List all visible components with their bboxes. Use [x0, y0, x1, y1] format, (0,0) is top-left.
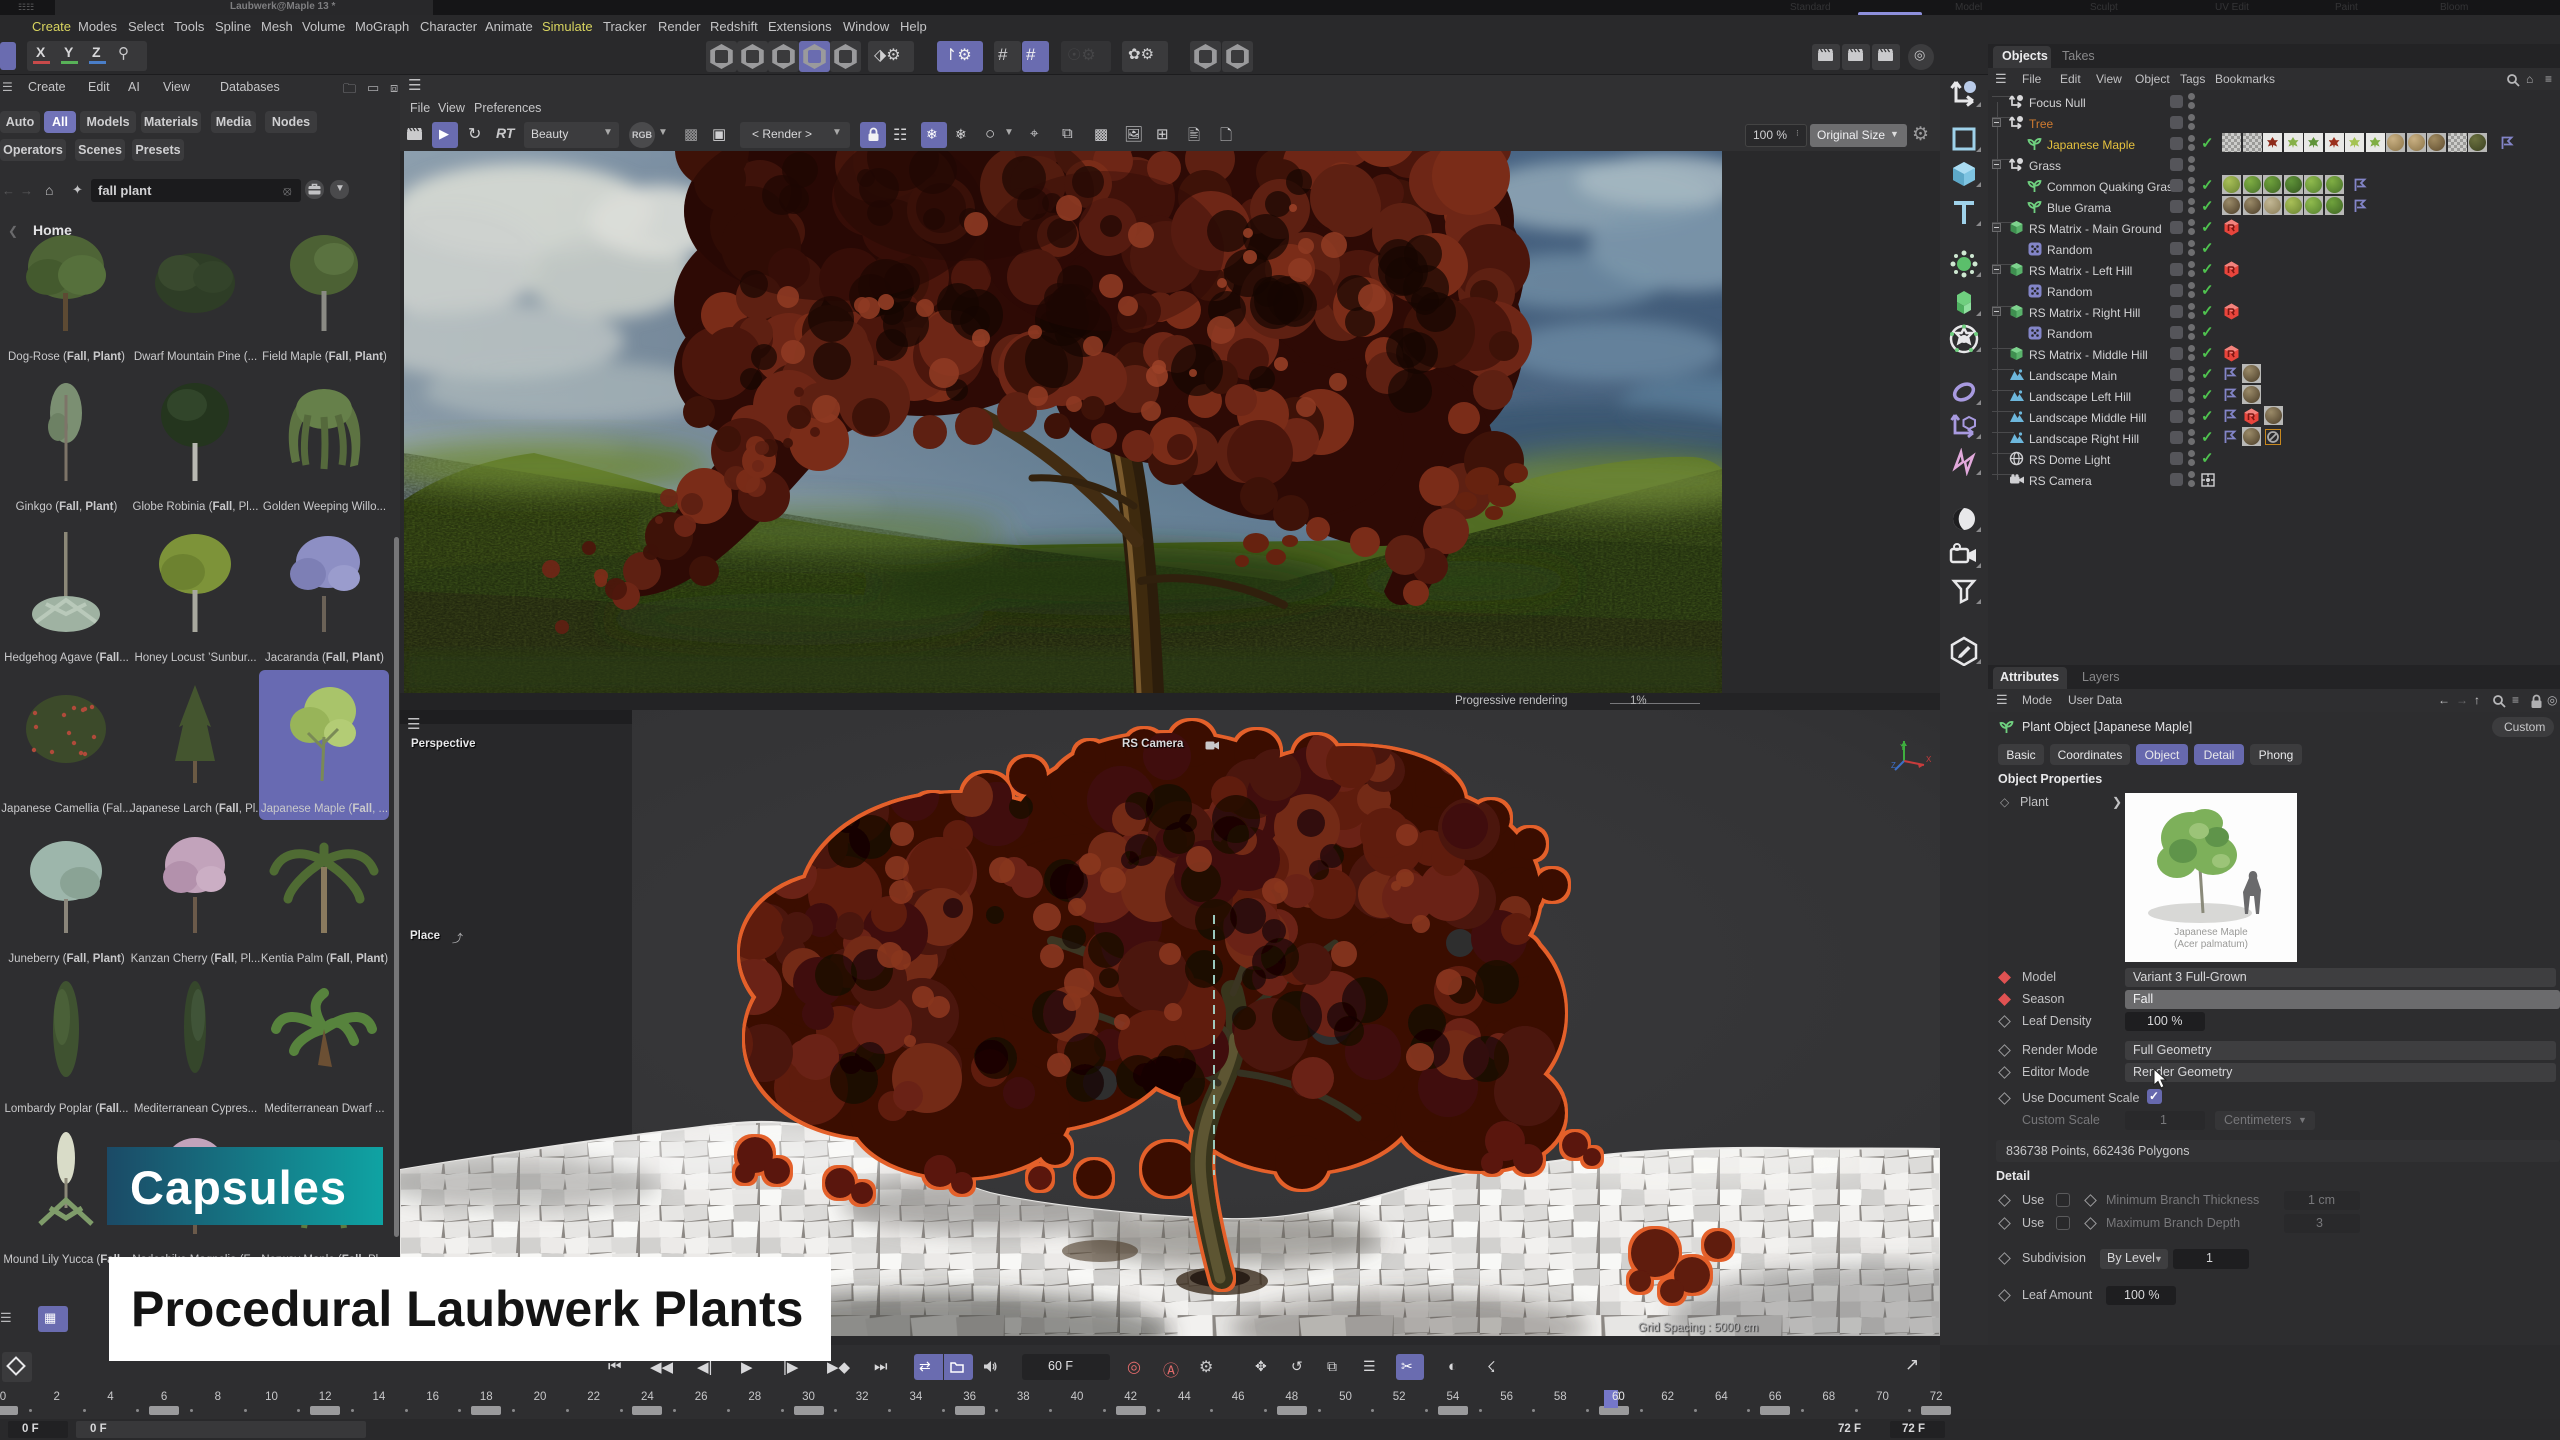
svg-text:Y: Y: [1900, 743, 1906, 752]
svg-text:X: X: [1926, 755, 1932, 764]
svg-text:Z: Z: [1891, 761, 1896, 770]
svg-text:(Acer palmatum): (Acer palmatum): [2174, 939, 2248, 950]
svg-text:Japanese Maple: Japanese Maple: [2174, 927, 2248, 938]
